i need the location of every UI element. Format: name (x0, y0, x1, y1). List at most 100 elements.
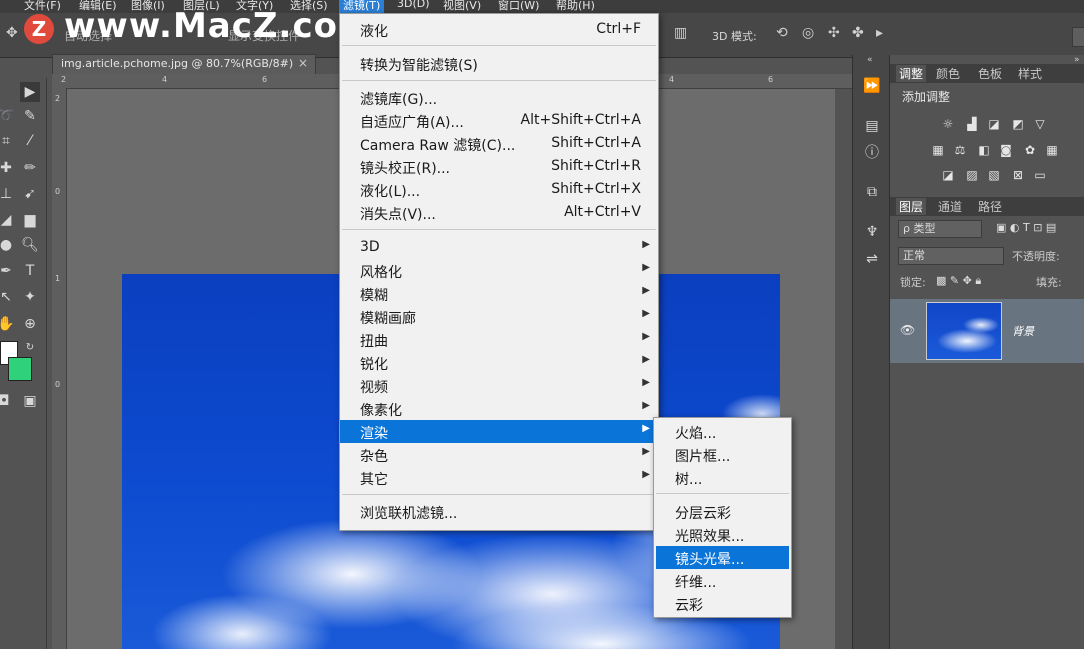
menu-item-last-filter[interactable]: 液化 Ctrl+F (340, 18, 658, 41)
eyedropper-tool-icon[interactable]: ⁄ (20, 131, 40, 151)
menu-item-other[interactable]: 其它 ▶ (340, 466, 658, 489)
layer-filter-select[interactable]: ρ 类型 (898, 220, 982, 238)
distribute-icon[interactable]: ▥ (674, 25, 687, 41)
tab-channels[interactable]: 通道 (938, 198, 962, 215)
collapse-icon[interactable]: « (867, 55, 873, 65)
threshold-icon[interactable]: ▧ (986, 168, 1002, 182)
move-tool-icon[interactable]: ✥ (6, 25, 18, 41)
move-tool-icon[interactable]: ▶ (20, 82, 40, 102)
clone-source-icon[interactable]: ⧉ (863, 183, 881, 201)
visibility-eye-icon[interactable]: 👁︎ (900, 323, 915, 337)
hue-saturation-icon[interactable]: ▦ (930, 143, 946, 157)
menu-3d[interactable]: 3D(D) (397, 0, 430, 10)
gradient-tool-icon[interactable]: ▆ (20, 210, 40, 230)
menu-item-sharpen[interactable]: 锐化 ▶ (340, 351, 658, 374)
levels-icon[interactable]: ▟ (964, 117, 980, 131)
swap-colors-icon[interactable]: ↻ (20, 338, 40, 358)
brightness-icon[interactable]: ☼ (940, 117, 956, 131)
brush-presets-icon[interactable]: ⇌ (863, 250, 881, 268)
screen-mode-icon[interactable]: ▣ (20, 391, 40, 411)
tab-layers[interactable]: 图层 (896, 198, 927, 215)
menu-item-adaptive-wide-angle[interactable]: 自适应广角(A)... Alt+Shift+Ctrl+A (340, 109, 658, 132)
3d-scale-icon[interactable]: ▸ (876, 25, 883, 41)
tab-color[interactable]: 颜色 (936, 65, 960, 82)
menu-view[interactable]: 视图(V) (443, 0, 481, 13)
crop-tool-icon[interactable]: ⌗ (0, 131, 16, 151)
tab-paths[interactable]: 路径 (978, 198, 1002, 215)
submenu-item-difference-clouds[interactable]: 分层云彩 (654, 500, 791, 523)
tab-swatches[interactable]: 色板 (978, 65, 1002, 82)
close-icon[interactable]: × (298, 56, 308, 70)
menu-item-camera-raw[interactable]: Camera Raw 滤镜(C)... Shift+Ctrl+A (340, 132, 658, 155)
quick-select-tool-icon[interactable]: ✎ (20, 106, 40, 126)
document-tab[interactable]: img.article.pchome.jpg @ 80.7%(RGB/8#) × (52, 54, 316, 74)
layer-row[interactable]: 👁︎ 背景 (890, 299, 1084, 363)
menu-item-render[interactable]: 渲染 ▶ (340, 420, 658, 443)
type-tool-icon[interactable]: T (20, 261, 40, 281)
layer-filter-icons[interactable]: ▣ ◐ T ⊡ ▤ (996, 221, 1056, 234)
menu-item-blur-gallery[interactable]: 模糊画廊 ▶ (340, 305, 658, 328)
invert-icon[interactable]: ◪ (940, 168, 956, 182)
gradient-map-icon[interactable]: ▭ (1032, 168, 1048, 182)
submenu-item-lighting-effects[interactable]: 光照效果... (654, 523, 791, 546)
zoom-tool-icon[interactable]: ⊕ (20, 314, 40, 334)
hand-tool-icon[interactable]: ✋ (0, 314, 16, 334)
path-select-icon[interactable]: ↖ (0, 287, 16, 307)
3d-rotate-icon[interactable]: ⟲ (776, 25, 788, 41)
history-panel-icon[interactable]: ⏩ (863, 77, 881, 95)
custom-shape-icon[interactable]: ✦ (20, 287, 40, 307)
submenu-item-tree[interactable]: 树... (654, 466, 791, 489)
menu-item-noise[interactable]: 杂色 ▶ (340, 443, 658, 466)
lasso-tool-icon[interactable]: ➰ (0, 106, 16, 126)
eraser-tool-icon[interactable]: ◢ (0, 210, 16, 230)
menu-window[interactable]: 窗口(W) (498, 0, 539, 13)
healing-brush-icon[interactable]: ✚ (0, 158, 16, 178)
3d-roll-icon[interactable]: ◎ (802, 25, 814, 41)
menu-item-convert-smart-filters[interactable]: 转换为智能滤镜(S) (340, 52, 658, 75)
info-panel-icon[interactable]: ⓘ (863, 144, 881, 162)
3d-slide-icon[interactable]: ✤ (852, 25, 864, 41)
submenu-item-fibers[interactable]: 纤维... (654, 569, 791, 592)
tab-adjustments[interactable]: 调整 (896, 65, 927, 82)
channel-mixer-icon[interactable]: ✿ (1022, 143, 1038, 157)
menu-help[interactable]: 帮助(H) (556, 0, 595, 13)
layer-name[interactable]: 背景 (1012, 323, 1034, 339)
menu-file[interactable]: 文件(F) (24, 0, 61, 13)
photo-filter-icon[interactable]: ◙ (998, 143, 1014, 157)
submenu-item-flame[interactable]: 火焰... (654, 420, 791, 443)
menu-item-3d[interactable]: 3D ▶ (340, 236, 658, 259)
tool-presets-icon[interactable]: ♆ (863, 223, 881, 241)
menu-item-liquify[interactable]: 液化(L)... Shift+Ctrl+X (340, 178, 658, 201)
pen-tool-icon[interactable]: ✒ (0, 261, 16, 281)
tab-styles[interactable]: 样式 (1018, 65, 1042, 82)
menu-item-vanishing-point[interactable]: 消失点(V)... Alt+Ctrl+V (340, 201, 658, 224)
blend-mode-select[interactable]: 正常 (898, 247, 1004, 265)
clone-stamp-icon[interactable]: ⊥ (0, 184, 16, 204)
brush-tool-icon[interactable]: ✏ (20, 158, 40, 178)
posterize-icon[interactable]: ▨ (964, 168, 980, 182)
3d-pan-icon[interactable]: ✣ (828, 25, 840, 41)
submenu-item-picture-frame[interactable]: 图片框... (654, 443, 791, 466)
vibrance-icon[interactable]: ▽ (1032, 117, 1048, 131)
menu-item-blur[interactable]: 模糊 ▶ (340, 282, 658, 305)
foreground-color-swatch[interactable] (8, 357, 32, 381)
menu-item-pixelate[interactable]: 像素化 ▶ (340, 397, 658, 420)
submenu-item-clouds[interactable]: 云彩 (654, 592, 791, 615)
menu-item-distort[interactable]: 扭曲 ▶ (340, 328, 658, 351)
menu-item-browse-online-filters[interactable]: 浏览联机滤镜... (340, 500, 658, 523)
menu-item-filter-gallery[interactable]: 滤镜库(G)... (340, 86, 658, 109)
menu-item-stylize[interactable]: 风格化 ▶ (340, 259, 658, 282)
color-lookup-icon[interactable]: ▦ (1044, 143, 1060, 157)
history-brush-icon[interactable]: ➹ (20, 184, 40, 204)
exposure-icon[interactable]: ◩ (1010, 117, 1026, 131)
lock-icons[interactable]: ▩ ✎ ✥ 🔒︎ (936, 274, 981, 288)
color-balance-icon[interactable]: ⚖ (952, 143, 968, 157)
quick-mask-icon[interactable]: ◘ (0, 391, 14, 411)
selective-color-icon[interactable]: ⊠ (1010, 168, 1026, 182)
dodge-tool-icon[interactable]: 🔍︎ (20, 235, 40, 255)
black-white-icon[interactable]: ◧ (976, 143, 992, 157)
properties-panel-icon[interactable]: ▤ (863, 117, 881, 135)
workspace-dropdown[interactable] (1072, 27, 1084, 47)
menu-item-lens-correction[interactable]: 镜头校正(R)... Shift+Ctrl+R (340, 155, 658, 178)
blur-tool-icon[interactable]: ● (0, 235, 16, 255)
